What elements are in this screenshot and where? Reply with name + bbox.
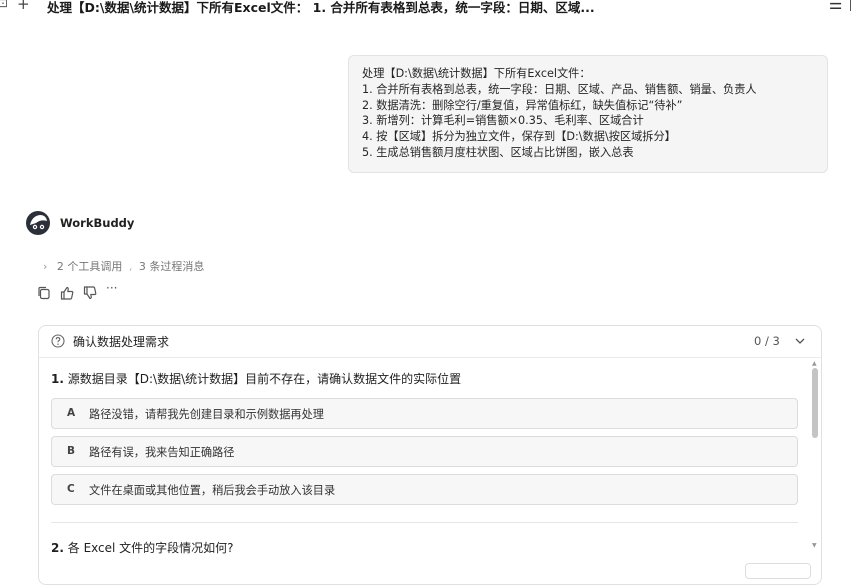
question-circle-icon — [51, 334, 65, 348]
option-a[interactable]: A 路径没错，请帮我先创建目录和示例数据再处理 — [51, 398, 798, 429]
scrollbar-thumb[interactable] — [812, 368, 818, 438]
confirm-requirements-card: 确认数据处理需求 0 / 3 1. 源数据目录【D:\数据\统计数据】目前不存在… — [38, 325, 822, 585]
user-message-line: 处理【D:\数据\统计数据】下所有Excel文件： — [362, 67, 591, 80]
user-message-bubble: 处理【D:\数据\统计数据】下所有Excel文件： 1. 合并所有表格到总表，统… — [348, 55, 828, 173]
question-divider — [51, 522, 798, 523]
tool-calls-label: 个工具调用 — [67, 260, 123, 273]
scroll-down-arrow-icon[interactable]: ▼ — [812, 542, 817, 549]
card-header[interactable]: 确认数据处理需求 0 / 3 — [39, 326, 821, 358]
card-scrollbar[interactable]: ▲ ▼ — [811, 360, 819, 550]
question-2: 2. 各 Excel 文件的字段情况如何? — [51, 539, 234, 556]
user-message-line: 5. 生成总销售额月度柱状图、区域占比饼图，嵌入总表 — [362, 145, 634, 159]
option-text: 文件在桌面或其他位置，稍后我会手动放入该目录 — [89, 484, 336, 497]
thumbs-down-icon[interactable] — [82, 285, 98, 301]
question-text: 源数据目录【D:\数据\统计数据】目前不存在，请确认数据文件的实际位置 — [67, 372, 462, 386]
question-text: 各 Excel 文件的字段情况如何? — [67, 541, 234, 555]
new-chat-button[interactable]: + — [17, 0, 30, 13]
chevron-down-icon[interactable] — [794, 336, 806, 346]
user-message-line: 2. 数据清洗：删除空行/重复值，异常值标红，缺失值标记“待补” — [362, 98, 683, 112]
option-letter: B — [67, 445, 76, 457]
user-message-line: 1. 合并所有表格到总表，统一字段：日期、区域、产品、销售额、销量、负责人 — [362, 82, 757, 96]
option-b[interactable]: B 路径有误，我来告知正确路径 — [51, 436, 798, 467]
card-title: 确认数据处理需求 — [73, 335, 170, 349]
process-count: 3 — [138, 260, 146, 273]
window-edge — [850, 0, 857, 11]
tool-calls-count: 2 — [56, 260, 64, 273]
question-progress: 0 / 3 — [754, 334, 780, 348]
copy-icon[interactable] — [36, 285, 52, 301]
top-bar: ⊡ + 处理【D:\数据\统计数据】下所有Excel文件： 1. 合并所有表格到… — [0, 0, 857, 16]
question-1: 1. 源数据目录【D:\数据\统计数据】目前不存在，请确认数据文件的实际位置 — [51, 370, 461, 387]
option-letter: A — [67, 407, 76, 419]
menu-icon[interactable]: ☰ — [829, 0, 842, 13]
tool-calls-summary[interactable]: › 2 个工具调用 , 3 条过程消息 — [43, 258, 204, 274]
workbuddy-avatar-icon — [26, 211, 50, 235]
option-text: 路径有误，我来告知正确路径 — [89, 446, 235, 459]
assistant-name: WorkBuddy — [60, 216, 135, 230]
option-text: 路径没错，请帮我先创建目录和示例数据再处理 — [89, 408, 324, 421]
scroll-up-arrow-icon[interactable]: ▲ — [812, 360, 817, 367]
conversation-title: 处理【D:\数据\统计数据】下所有Excel文件： 1. 合并所有表格到总表，统… — [47, 0, 595, 15]
user-message-line: 4. 按【区域】拆分为独立文件，保存到【D:\数据\按区域拆分】 — [362, 130, 676, 144]
panel-toggle-icon[interactable]: ⊡ — [0, 0, 8, 10]
option-c[interactable]: C 文件在桌面或其他位置，稍后我会手动放入该目录 — [51, 474, 798, 505]
question-number: 1. — [51, 372, 64, 386]
card-footer-button[interactable] — [745, 563, 811, 579]
more-options-icon[interactable]: ··· — [106, 281, 126, 297]
process-label: 条过程消息 — [149, 260, 205, 273]
question-number: 2. — [51, 541, 64, 555]
summary-separator: , — [128, 260, 133, 273]
user-message-line: 3. 新增列：计算毛利=销售额×0.35、毛利率、区域合计 — [362, 114, 644, 128]
chevron-right-icon: › — [43, 260, 48, 273]
option-letter: C — [67, 483, 75, 495]
thumbs-up-icon[interactable] — [59, 285, 75, 301]
